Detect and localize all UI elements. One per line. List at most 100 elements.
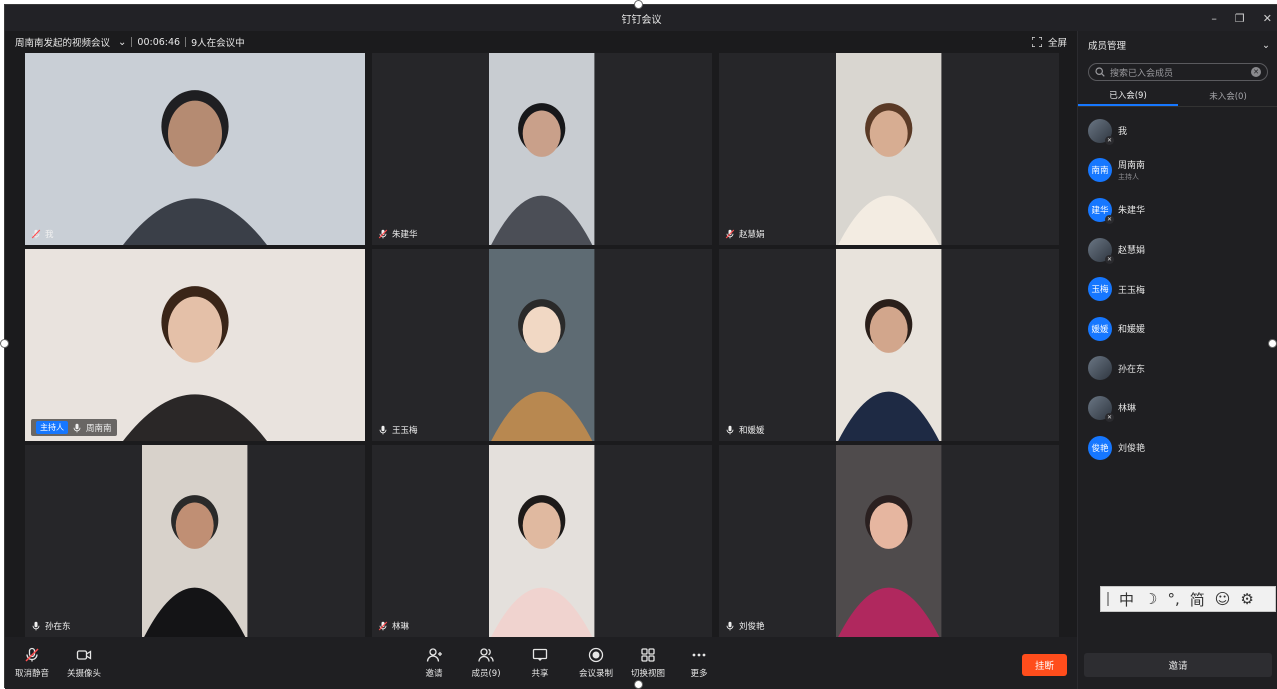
mic-muted-icon: ✕ (1105, 254, 1114, 264)
participant-name: 朱建华 (392, 230, 418, 240)
screen-share-icon (532, 648, 548, 661)
ime-grip[interactable] (1107, 592, 1109, 606)
video-tile[interactable]: 主持人 周南南 (25, 249, 365, 441)
simplified-chinese-toggle[interactable]: 简 (1190, 589, 1205, 610)
resize-handle[interactable] (634, 680, 643, 689)
video-tile[interactable]: 我 (25, 53, 365, 245)
record-button[interactable]: 会议录制 (575, 637, 617, 689)
camera-off-button[interactable]: 关摄像头 (65, 637, 103, 689)
mic-muted-icon: ✕ (1105, 412, 1114, 422)
members-icon (478, 648, 494, 662)
participant-name: 孙在东 (45, 622, 71, 632)
record-label: 会议录制 (578, 669, 613, 679)
member-text: 林琳 (1118, 401, 1136, 414)
participant-video (489, 445, 595, 637)
member-text: 我 (1118, 124, 1127, 137)
participant-name: 周南南 (86, 423, 112, 434)
member-role: 主持人 (1118, 173, 1139, 182)
participant-video (489, 53, 595, 245)
tab-joined[interactable]: 已入会(9) (1078, 85, 1178, 106)
member-text: 朱建华 (1118, 203, 1145, 216)
more-label: 更多 (690, 669, 708, 679)
video-tile[interactable]: 和媛媛 (719, 249, 1059, 441)
gear-icon[interactable]: ⚙ (1240, 590, 1253, 608)
video-tile[interactable]: 刘俊艳 (719, 445, 1059, 637)
video-tile[interactable]: 林琳 (372, 445, 712, 637)
mic-icon (726, 621, 734, 631)
switch-view-button[interactable]: 切换视图 (627, 637, 669, 689)
participant-video (489, 249, 595, 441)
resize-handle[interactable] (634, 0, 643, 9)
more-button[interactable]: 更多 (685, 637, 713, 689)
mic-icon (379, 425, 387, 435)
clear-icon[interactable]: ✕ (1251, 67, 1261, 77)
member-name: 孙在东 (1118, 364, 1146, 375)
member-row[interactable]: 南南 周南南 主持人 (1078, 151, 1277, 191)
member-name: 周南南 (1118, 161, 1146, 172)
invite-label: 邀请 (425, 669, 443, 679)
member-row[interactable]: ✕ 赵慧娟 (1078, 230, 1277, 270)
mic-icon (726, 425, 734, 435)
avatar: 南南 (1088, 158, 1112, 183)
ime-chinese-mode[interactable]: 中 (1119, 589, 1134, 610)
invite-button[interactable]: 邀请 (419, 637, 449, 689)
meeting-duration: 00:06:46 (137, 36, 181, 48)
member-name: 刘俊艳 (1118, 444, 1146, 455)
video-tile[interactable]: 赵慧娟 (719, 53, 1059, 245)
share-button[interactable]: 共享 (525, 637, 555, 689)
switch-view-label: 切换视图 (630, 669, 665, 679)
tile-caption: 朱建华 (378, 228, 418, 240)
member-row[interactable]: 俊艳 刘俊艳 (1078, 428, 1277, 468)
divider (131, 37, 133, 47)
member-row[interactable]: 建华 ✕ 朱建华 (1078, 190, 1277, 230)
video-tile[interactable]: 孙在东 (25, 445, 365, 637)
meeting-name[interactable]: 周南南发起的视频会议 (15, 35, 110, 49)
members-button[interactable]: 成员(9) (471, 637, 501, 689)
member-row[interactable]: 孙在东 (1078, 349, 1277, 389)
meeting-info-bar: 周南南发起的视频会议 ⌄ 00:06:46 9人在会议中 全屏 (5, 31, 1077, 53)
fullscreen-button[interactable]: 全屏 (1031, 31, 1067, 53)
member-name: 林琳 (1118, 404, 1137, 415)
unmute-button[interactable]: 取消静音 (13, 637, 51, 689)
tab-not-joined[interactable]: 未入会(0) (1178, 85, 1277, 106)
meeting-toolbar: 取消静音 关摄像头 邀请 成员(9) 共享 会议录制 切换视图 更多 挂断 (5, 637, 1077, 689)
emoji-icon[interactable]: ☺ (1215, 590, 1231, 608)
mic-muted-icon (378, 229, 388, 239)
record-icon (588, 647, 604, 663)
panel-invite-button[interactable]: 邀请 (1084, 653, 1272, 677)
punctuation-icon[interactable]: °, (1167, 590, 1179, 608)
mic-muted-icon (725, 229, 735, 239)
chevron-down-icon[interactable]: ⌄ (1262, 40, 1270, 51)
member-row[interactable]: ✕ 林琳 (1078, 388, 1277, 428)
chevron-down-icon[interactable]: ⌄ (118, 37, 126, 48)
participant-name: 我 (45, 230, 54, 240)
mic-muted-icon: ✕ (1105, 214, 1114, 224)
mic-muted-icon: ✕ (1105, 135, 1114, 145)
member-name: 和媛媛 (1118, 325, 1146, 336)
member-row[interactable]: ✕ 我 (1078, 111, 1277, 151)
member-name: 赵慧娟 (1118, 246, 1146, 257)
hang-up-button[interactable]: 挂断 (1022, 654, 1067, 676)
restore-icon[interactable]: ❐ (1235, 12, 1245, 25)
member-search-input[interactable]: 搜索已入会成员 ✕ (1088, 63, 1268, 81)
member-row[interactable]: 媛媛 和媛媛 (1078, 309, 1277, 349)
moon-icon[interactable]: ☽ (1144, 590, 1157, 608)
close-icon[interactable]: ✕ (1263, 12, 1272, 25)
minimize-icon[interactable]: – (1211, 12, 1217, 25)
participant-video (836, 53, 942, 245)
member-name: 我 (1118, 127, 1128, 138)
resize-handle[interactable] (0, 339, 9, 348)
tile-caption: 赵慧娟 (725, 228, 765, 240)
resize-handle[interactable] (1268, 339, 1277, 348)
avatar: 玉梅 (1088, 277, 1112, 302)
participant-video (836, 249, 942, 441)
participant-count: 9人在会议中 (191, 38, 245, 49)
member-panel-header: 成员管理 ⌄ (1078, 31, 1277, 59)
member-text: 王玉梅 (1118, 283, 1145, 296)
member-row[interactable]: 玉梅 王玉梅 (1078, 269, 1277, 309)
video-tile[interactable]: 王玉梅 (372, 249, 712, 441)
ime-toolbar: 中 ☽ °, 简 ☺ ⚙ (1100, 586, 1276, 612)
mic-icon (32, 621, 40, 631)
tile-caption: 王玉梅 (378, 424, 418, 436)
video-tile[interactable]: 朱建华 (372, 53, 712, 245)
